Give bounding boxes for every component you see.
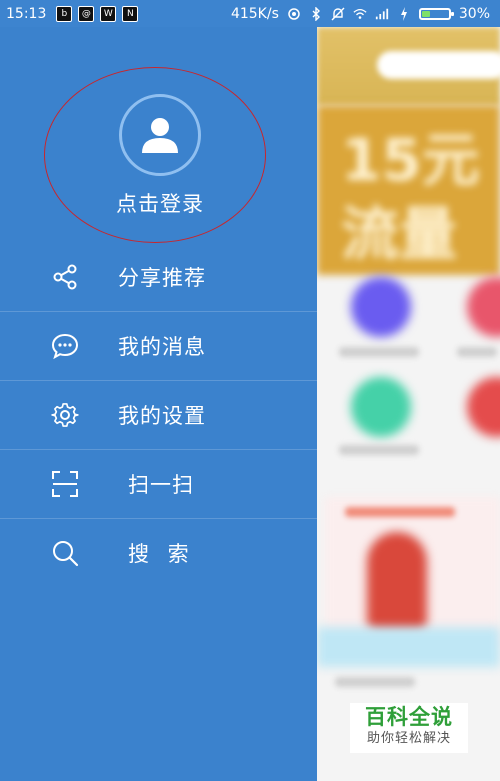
watermark-title: 百科全说 [365,705,453,729]
background-search-bar [377,51,500,79]
menu-item-scan[interactable]: 扫一扫 [0,450,317,519]
wifi-icon [353,7,367,21]
background-app-icon [467,377,500,437]
background-app-icon [351,277,411,337]
menu-label-share: 分享推荐 [118,266,206,290]
search-icon [50,538,80,568]
settings-icon [50,400,80,430]
background-app-content: 15元 流量 [317,27,500,781]
avatar[interactable] [119,94,201,176]
background-banner-text: 15元 流量 [341,126,480,268]
watermark-logo: 百科全说 助你轻松解决 [350,703,468,753]
watermark-subtitle: 助你轻松解决 [366,731,451,746]
menu-label-settings: 我的设置 [118,404,206,428]
menu-item-messages[interactable]: 我的消息 [0,312,317,381]
menu-item-share[interactable]: 分享推荐 [0,243,317,312]
charging-icon [397,6,411,21]
eye-icon [287,7,301,21]
notification-icon-4: N [122,5,139,22]
drawer-menu: 分享推荐 我的消息 我的设置 扫一扫 搜 索 [0,243,317,587]
background-app-icon [467,277,500,337]
user-icon [142,118,178,153]
menu-item-search[interactable]: 搜 索 [0,519,317,587]
background-text-line [339,445,419,455]
background-wave [317,627,500,667]
battery-fill [421,10,430,17]
scan-icon [50,469,80,499]
share-icon [50,262,80,292]
notification-icon-3: W [100,5,117,22]
menu-label-search: 搜 索 [128,542,195,566]
network-speed: 415K/s [230,5,279,22]
background-text-line [345,507,455,517]
status-time: 15:13 [6,5,47,22]
notification-icon-1: b [56,5,73,22]
signal-icon [375,7,389,21]
background-text-line [339,347,419,357]
menu-item-settings[interactable]: 我的设置 [0,381,317,450]
message-icon [50,331,80,361]
background-app-icon [351,377,411,437]
mute-icon [331,7,345,21]
notification-icon-2: @ [78,5,95,22]
login-button[interactable]: 点击登录 [0,188,320,218]
login-area[interactable]: 点击登录 [0,27,317,257]
menu-label-scan: 扫一扫 [128,473,194,497]
bluetooth-icon [309,6,323,21]
battery-indicator [418,7,454,20]
status-bar: 15:13 b @ W N 415K/s 30% [0,0,500,27]
menu-label-messages: 我的消息 [118,335,206,359]
battery-percent: 30% [458,5,490,22]
navigation-drawer: 点击登录 分享推荐 我的消息 我的设置 扫一扫 搜 索 [0,27,317,781]
background-text-line [335,677,415,687]
background-rocket-image [367,532,427,632]
background-text-line [457,347,497,357]
